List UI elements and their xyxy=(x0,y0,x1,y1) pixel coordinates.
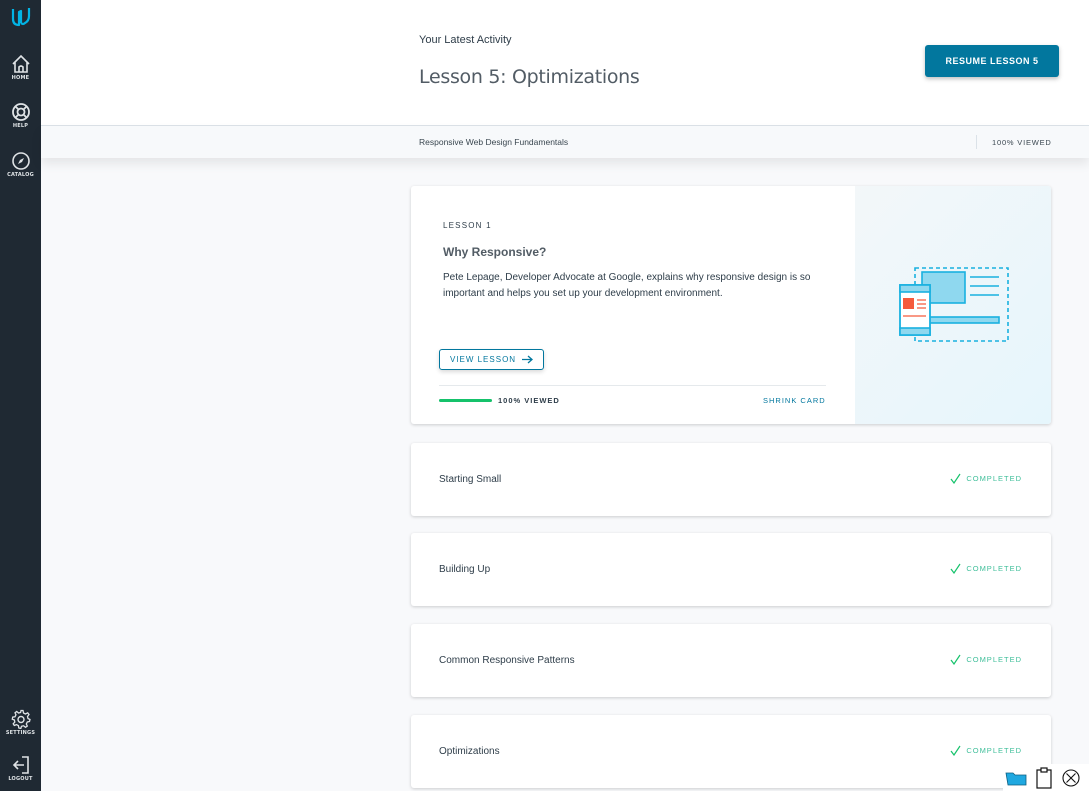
current-lesson-title: Lesson 5: Optimizations xyxy=(419,66,640,88)
completed-status: COMPLETED xyxy=(950,654,1022,665)
lesson-row[interactable]: Building Up COMPLETED xyxy=(411,533,1051,606)
lesson-title: Why Responsive? xyxy=(443,245,547,259)
sidebar-item-home[interactable]: HOME xyxy=(0,54,41,81)
lesson-progress-bar xyxy=(439,399,492,402)
lesson-row-title: Common Responsive Patterns xyxy=(439,655,575,666)
lesson-row-title: Building Up xyxy=(439,564,491,575)
sidebar-item-label: SETTINGS xyxy=(5,730,36,736)
latest-activity-header: Your Latest Activity Lesson 5: Optimizat… xyxy=(41,0,1089,126)
sidebar-item-label: CATALOG xyxy=(7,172,34,178)
view-lesson-label: VIEW LESSON xyxy=(449,355,517,364)
status-label: COMPLETED xyxy=(966,746,1022,755)
checkmark-icon xyxy=(950,473,961,484)
system-tray xyxy=(1003,764,1089,791)
lesson-illustration-panel xyxy=(855,186,1051,424)
checkmark-icon xyxy=(950,654,961,665)
course-name: Responsive Web Design Fundamentals xyxy=(419,137,569,147)
featured-lesson-card: LESSON 1 Why Responsive? Pete Lepage, De… xyxy=(411,186,1051,424)
lesson-viewed-status: 100% VIEWED xyxy=(498,396,560,405)
sidebar-item-settings[interactable]: SETTINGS xyxy=(0,709,41,736)
status-label: COMPLETED xyxy=(966,564,1022,573)
shrink-card-link[interactable]: SHRINK CARD xyxy=(763,396,826,405)
course-bar: Responsive Web Design Fundamentals 100% … xyxy=(41,126,1089,158)
sidebar-item-label: LOGOUT xyxy=(8,776,33,782)
view-lesson-button[interactable]: VIEW LESSON xyxy=(439,349,544,370)
divider xyxy=(439,385,826,386)
completed-status: COMPLETED xyxy=(950,563,1022,574)
lesson-row[interactable]: Common Responsive Patterns COMPLETED xyxy=(411,624,1051,697)
clipboard-icon[interactable] xyxy=(1035,766,1053,789)
folder-icon[interactable] xyxy=(1005,770,1027,786)
lifebuoy-icon xyxy=(11,103,30,121)
checkmark-icon xyxy=(950,745,961,756)
sidebar-item-logout[interactable]: LOGOUT xyxy=(0,755,41,782)
sidebar: HOME HELP CATALOG SETTINGS LOGOUT xyxy=(0,0,41,791)
lesson-progress-fill xyxy=(439,399,492,402)
resume-lesson-button[interactable]: RESUME LESSON 5 xyxy=(925,45,1059,77)
sidebar-item-label: HOME xyxy=(11,75,30,81)
close-circle-icon[interactable] xyxy=(1061,768,1081,788)
card-content: LESSON 1 Why Responsive? Pete Lepage, De… xyxy=(411,186,855,424)
lesson-number: LESSON 1 xyxy=(443,221,492,230)
udacity-logo-icon[interactable] xyxy=(10,6,32,28)
lesson-row-title: Starting Small xyxy=(439,474,502,485)
divider xyxy=(976,135,977,149)
logout-icon xyxy=(12,756,29,774)
course-viewed-status: 100% VIEWED xyxy=(992,138,1052,147)
lesson-description: Pete Lepage, Developer Advocate at Googl… xyxy=(443,272,811,299)
responsive-devices-illustration xyxy=(899,267,1009,342)
gear-icon xyxy=(11,709,31,729)
latest-activity-label: Your Latest Activity xyxy=(419,34,512,46)
compass-icon xyxy=(11,152,30,170)
completed-status: COMPLETED xyxy=(950,745,1022,756)
status-label: COMPLETED xyxy=(966,474,1022,483)
sidebar-item-label: HELP xyxy=(12,123,29,129)
completed-status: COMPLETED xyxy=(950,473,1022,484)
checkmark-icon xyxy=(950,563,961,574)
sidebar-item-help[interactable]: HELP xyxy=(0,102,41,129)
home-icon xyxy=(11,54,30,73)
sidebar-item-catalog[interactable]: CATALOG xyxy=(0,151,41,178)
arrow-right-icon xyxy=(522,355,534,364)
lesson-row[interactable]: Starting Small COMPLETED xyxy=(411,443,1051,516)
status-label: COMPLETED xyxy=(966,655,1022,664)
lesson-row[interactable]: Optimizations COMPLETED xyxy=(411,715,1051,788)
lesson-row-title: Optimizations xyxy=(439,746,500,757)
